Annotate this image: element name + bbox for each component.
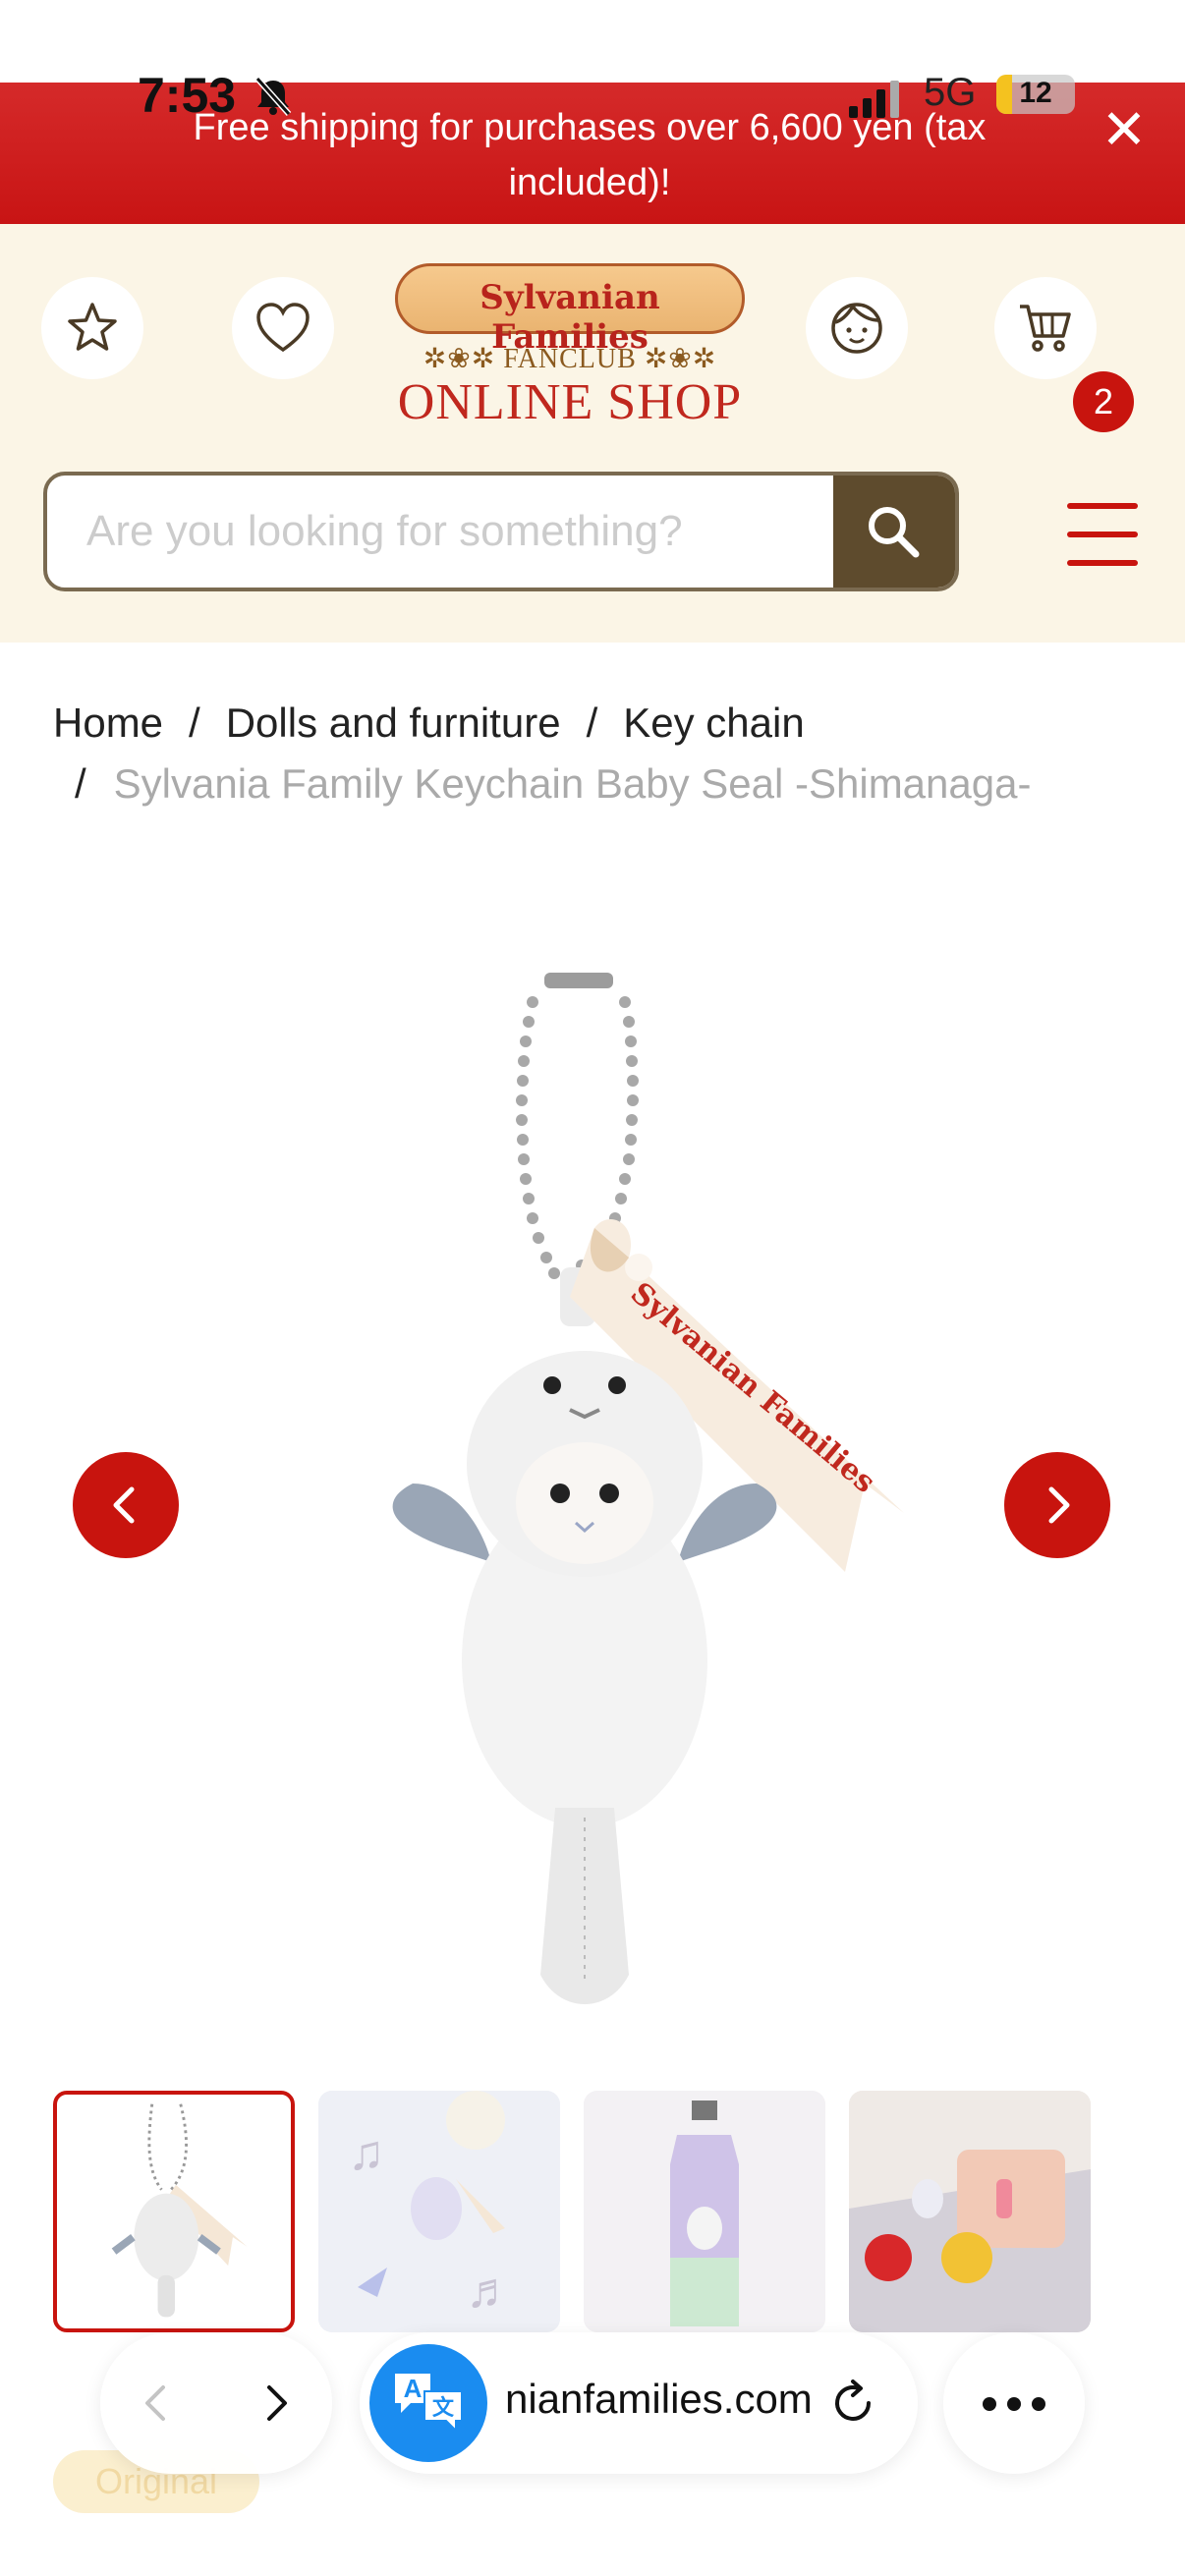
browser-address-bar[interactable]: A 文 nianfamilies.com — [360, 2332, 918, 2474]
previous-image-button[interactable] — [73, 1452, 179, 1558]
battery-icon: 12 — [996, 75, 1075, 114]
star-icon — [68, 303, 117, 351]
more-icon — [983, 2397, 996, 2411]
search-bar — [43, 472, 959, 591]
cart-count-badge: 2 — [1073, 371, 1134, 432]
browser-nav-buttons — [100, 2332, 332, 2474]
thumbnail-3[interactable] — [584, 2091, 825, 2332]
heart-icon — [256, 303, 310, 353]
thumbnail-image — [111, 2103, 248, 2318]
chevron-right-icon — [1048, 1486, 1070, 1524]
battery-level: 12 — [1019, 77, 1052, 109]
breadcrumb-dolls-and-furniture[interactable]: Dolls and furniture — [226, 700, 561, 746]
cart-icon — [1020, 305, 1071, 352]
favorites-star-button[interactable] — [41, 277, 143, 379]
search-button[interactable] — [833, 476, 955, 588]
hamburger-menu-icon[interactable] — [1067, 503, 1138, 566]
site-logo[interactable]: Sylvanian Families ✲❀✲ FANCLUB ✲❀✲ ONLIN… — [383, 263, 757, 430]
logo-shop-text: ONLINE SHOP — [397, 374, 743, 430]
cart-button[interactable] — [994, 277, 1097, 379]
svg-text:♬: ♬ — [466, 2263, 515, 2318]
bell-muted-icon — [254, 77, 292, 116]
network-label: 5G — [924, 71, 977, 114]
browser-url: nianfamilies.com — [505, 2376, 813, 2422]
chevron-left-icon — [113, 1486, 135, 1524]
signal-icon — [849, 81, 899, 118]
logo-badge: Sylvanian Families — [395, 263, 745, 357]
next-image-button[interactable] — [1004, 1452, 1110, 1558]
breadcrumb-separator: / — [75, 760, 86, 807]
breadcrumb-key-chain[interactable]: Key chain — [623, 700, 804, 746]
svg-text:文: 文 — [432, 2395, 455, 2420]
page: Free shipping for purchases over 6,600 y… — [0, 0, 1185, 2576]
thumbnail-image — [849, 2091, 1091, 2332]
product-image[interactable]: Sylvanian Families — [314, 973, 1061, 2034]
search-input[interactable] — [47, 476, 833, 588]
product-gallery: Sylvanian Families — [0, 924, 1185, 2034]
breadcrumb-home[interactable]: Home — [53, 700, 163, 746]
status-bar: 7:53 5G 12 — [0, 59, 1185, 128]
user-face-icon — [831, 303, 882, 354]
search-icon — [869, 507, 920, 558]
status-time: 7:53 — [138, 68, 237, 123]
browser-forward-icon[interactable] — [254, 2381, 297, 2425]
svg-text:♫: ♫ — [348, 2125, 385, 2180]
logo-fanclub-text: ✲❀✲ FANCLUB ✲❀✲ — [423, 344, 717, 374]
thumbnail-image: ♫ ♬ — [318, 2091, 560, 2332]
reload-icon[interactable] — [827, 2378, 878, 2429]
svg-text:A: A — [404, 2374, 423, 2403]
breadcrumb-separator: / — [586, 700, 598, 746]
translate-icon[interactable]: A 文 — [369, 2344, 487, 2462]
thumbnail-4[interactable] — [849, 2091, 1091, 2332]
browser-more-button[interactable] — [943, 2332, 1085, 2474]
account-button[interactable] — [806, 277, 908, 379]
wishlist-heart-button[interactable] — [232, 277, 334, 379]
breadcrumb-separator: / — [189, 700, 200, 746]
thumbnail-2[interactable]: ♫ ♬ — [318, 2091, 560, 2332]
thumbnail-1[interactable] — [53, 2091, 295, 2332]
breadcrumb-current: Sylvania Family Keychain Baby Seal -Shim… — [113, 760, 1032, 807]
thumbnail-image — [584, 2091, 825, 2332]
site-header: Sylvanian Families ✲❀✲ FANCLUB ✲❀✲ ONLIN… — [0, 224, 1185, 643]
browser-back-icon[interactable] — [136, 2381, 179, 2425]
